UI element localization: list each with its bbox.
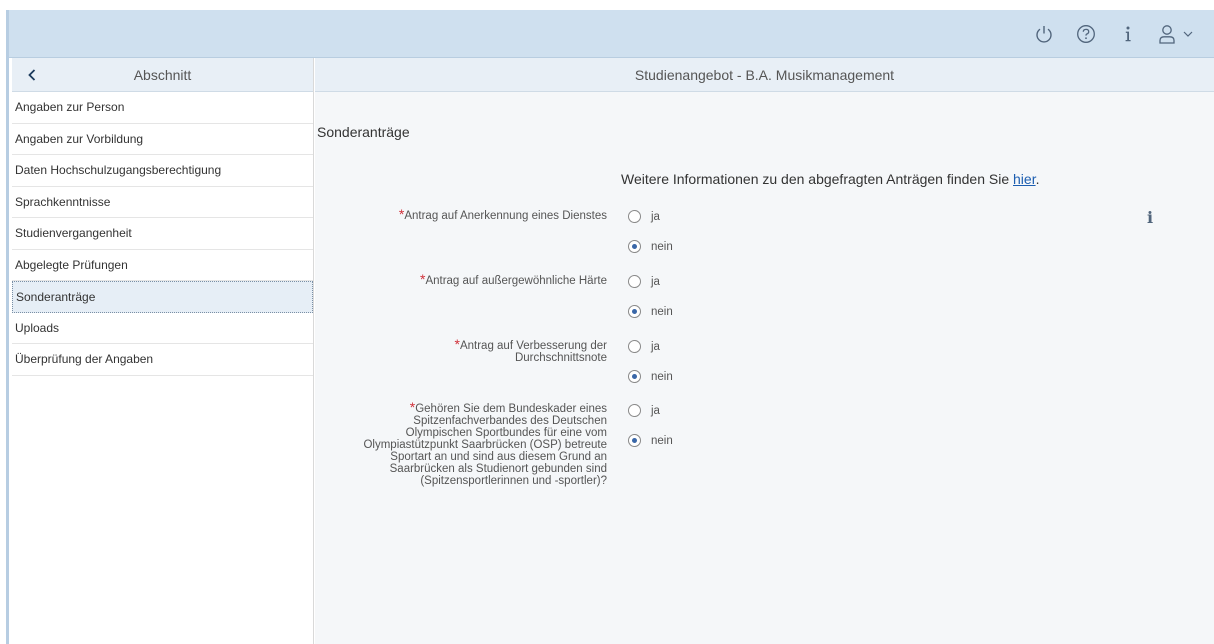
sidebar-item-hochschulzugangsberechtigung[interactable]: Daten Hochschulzugangsberechtigung	[12, 155, 313, 187]
radio-label: nein	[651, 305, 673, 318]
help-icon	[1077, 25, 1095, 43]
main-content: Studienangebot - B.A. Musikmanagement So…	[315, 58, 1214, 644]
field-label-line: Olympiastützpunkt Saarbrücken (OSP) betr…	[363, 439, 607, 451]
field-label-line: Gehören Sie dem Bundeskader eines	[415, 403, 607, 415]
radio-circle-selected	[628, 240, 641, 253]
sidebar-item-ueberpruefung[interactable]: Überprüfung der Angaben	[12, 344, 313, 376]
radio-circle-selected	[628, 305, 641, 318]
radio-bundeskader-nein[interactable]: nein	[628, 434, 673, 447]
shell-actions	[1026, 10, 1204, 58]
radio-label: ja	[651, 404, 660, 417]
section-title: Sonderanträge	[317, 124, 410, 140]
field-label-text: Antrag auf außergewöhnliche Härte	[425, 275, 607, 287]
radio-haerte-nein[interactable]: nein	[628, 305, 673, 318]
sidebar-item-sonderantraege[interactable]: Sonderanträge	[12, 281, 313, 313]
shell-bar	[9, 10, 1214, 58]
sidebar-item-label: Angaben zur Person	[15, 100, 125, 115]
radio-label: ja	[651, 340, 660, 353]
user-icon	[1159, 25, 1175, 44]
help-button[interactable]	[1068, 16, 1104, 52]
left-accent-bar	[0, 10, 9, 644]
radio-bundeskader-ja[interactable]: ja	[628, 404, 660, 417]
power-icon	[1036, 26, 1052, 43]
radio-label: ja	[651, 210, 660, 223]
info-link[interactable]: hier	[1013, 171, 1036, 187]
sidebar-item-label: Uploads	[15, 320, 60, 335]
info-text-end: .	[1035, 171, 1040, 187]
chevron-left-icon	[28, 69, 36, 81]
radio-anerkennung-ja[interactable]: ja	[628, 210, 660, 223]
field-label-line: (Spitzensportlerinnen und -sportler)?	[420, 475, 607, 487]
radio-label: nein	[651, 240, 673, 253]
sidebar-item-angaben-zur-vorbildung[interactable]: Angaben zur Vorbildung	[12, 124, 313, 155]
user-menu-button[interactable]	[1152, 16, 1204, 52]
sidebar-item-sprachkenntnisse[interactable]: Sprachkenntnisse	[12, 187, 313, 218]
sidebar-item-label: Sprachkenntnisse	[15, 194, 111, 209]
sidebar-item-abgelegte-pruefungen[interactable]: Abgelegte Prüfungen	[12, 250, 313, 281]
section-nav-list: Angaben zur Person Angaben zur Vorbildun…	[12, 92, 313, 376]
field-label-bundeskader: *Gehören Sie dem Bundeskader eines Spitze…	[315, 400, 607, 487]
radio-haerte-ja[interactable]: ja	[628, 275, 660, 288]
sidebar-item-label: Sonderanträge	[16, 289, 96, 304]
field-label-durchschnittsnote: *Antrag auf Verbesserung der Durchschnitt…	[315, 337, 608, 364]
sidebar-title: Abschnitt	[133, 66, 192, 83]
logout-button[interactable]	[1026, 16, 1062, 52]
sidebar-item-label: Angaben zur Vorbildung	[15, 131, 144, 146]
field-label-line: Olympischen Sportbundes für eine vom	[405, 427, 607, 439]
radio-circle	[628, 404, 641, 417]
field-label-line: Spitzenfachverbandes des Deutschen	[413, 415, 607, 427]
sidebar-item-label: Überprüfung der Angaben	[15, 352, 154, 367]
field-label-anerkennung-dienst: *Antrag auf Anerkennung eines Dienstes	[315, 207, 607, 222]
back-button[interactable]	[22, 65, 42, 85]
info-text: Weitere Informationen zu den abgefragten…	[621, 171, 1039, 187]
radio-label: ja	[651, 275, 660, 288]
sidebar-header: Abschnitt	[12, 58, 313, 92]
radio-durchschnittsnote-ja[interactable]: ja	[628, 340, 660, 353]
radio-anerkennung-nein[interactable]: nein	[628, 240, 673, 253]
sidebar-item-label: Daten Hochschulzugangsberechtigung	[15, 163, 222, 178]
about-button[interactable]	[1110, 16, 1146, 52]
sidebar-item-label: Studienvergangenheit	[15, 226, 132, 241]
sidebar-item-uploads[interactable]: Uploads	[12, 313, 313, 344]
sidebar-item-angaben-zur-person[interactable]: Angaben zur Person	[12, 92, 313, 124]
field-info-icon[interactable]: i	[1147, 208, 1159, 228]
section-sidebar: Abschnitt Angaben zur Person Angaben zur…	[12, 58, 314, 644]
field-label-line: Antrag auf Verbesserung der	[459, 340, 607, 352]
info-text-body: Weitere Informationen zu den abgefragten…	[621, 171, 1014, 187]
sidebar-item-label: Abgelegte Prüfungen	[15, 257, 128, 272]
field-label-haerte: *Antrag auf außergewöhnliche Härte	[315, 272, 607, 287]
radio-circle	[628, 275, 641, 288]
main-header: Studienangebot - B.A. Musikmanagement	[315, 58, 1214, 92]
radio-label: nein	[651, 370, 673, 383]
info-icon	[1125, 26, 1131, 42]
field-label-line: Durchschnittsnote	[514, 352, 607, 364]
radio-circle	[628, 340, 641, 353]
radio-circle-selected	[628, 434, 641, 447]
field-label-text: Antrag auf Anerkennung eines Dienstes	[404, 210, 607, 222]
top-strip	[0, 0, 1214, 10]
sidebar-item-studienvergangenheit[interactable]: Studienvergangenheit	[12, 218, 313, 250]
page-title: Studienangebot - B.A. Musikmanagement	[634, 66, 895, 83]
field-label-line: Sportart an und sind aus diesem Grund an	[390, 451, 607, 463]
radio-durchschnittsnote-nein[interactable]: nein	[628, 370, 673, 383]
chevron-down-icon	[1183, 31, 1193, 37]
radio-label: nein	[651, 434, 673, 447]
radio-circle-selected	[628, 370, 641, 383]
radio-circle	[628, 210, 641, 223]
field-label-line: Saarbrücken als Studienort gebunden sind	[389, 463, 607, 475]
